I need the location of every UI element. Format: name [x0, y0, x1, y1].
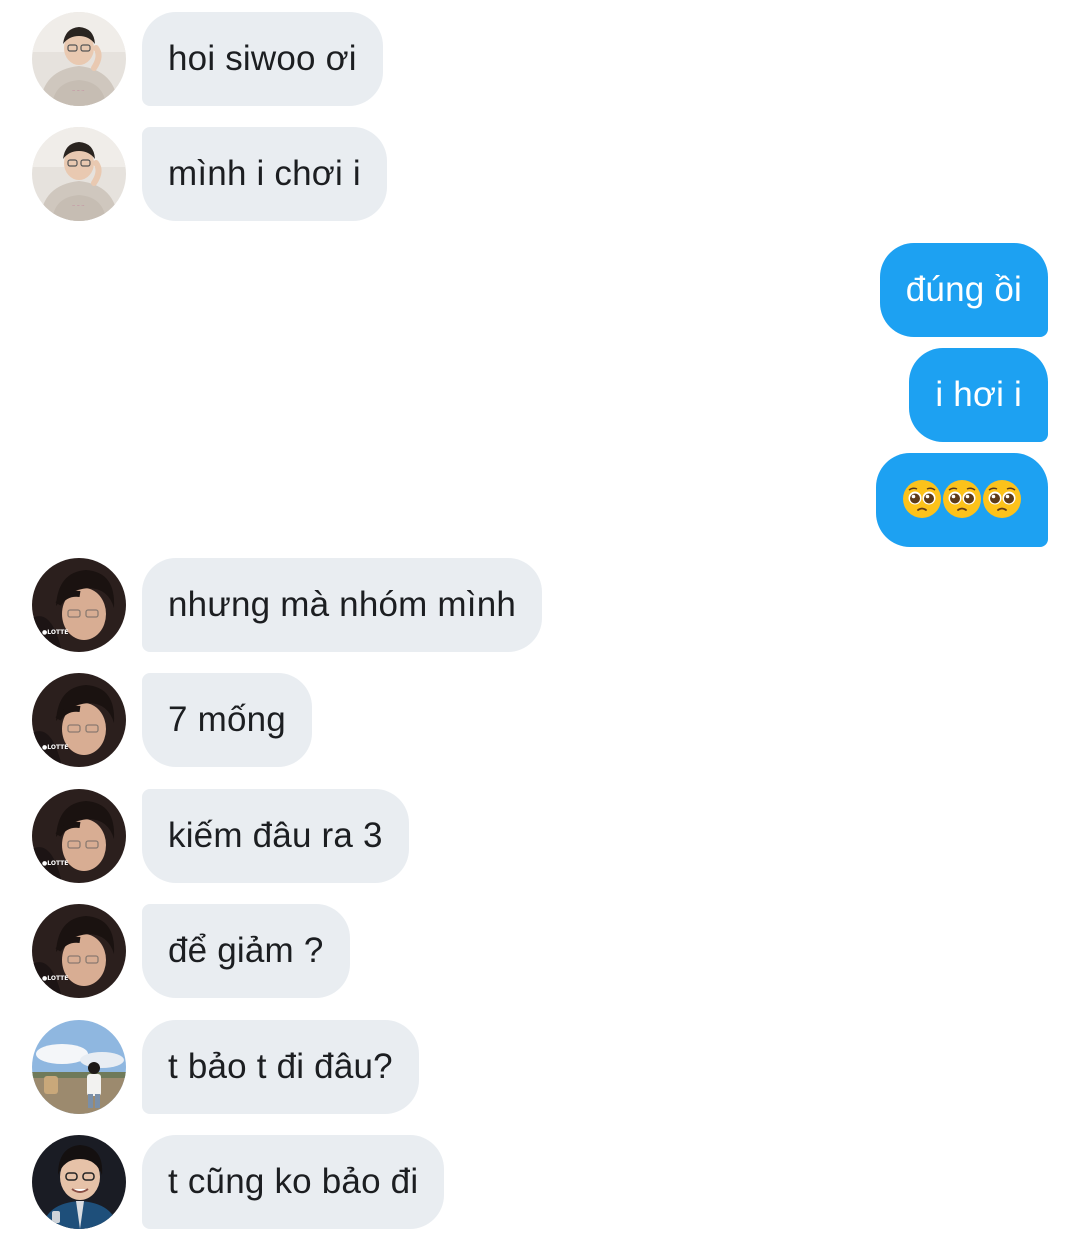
message-row [0, 453, 1080, 549]
message-thread: ~ ~ ~ hoi siwoo ơi ~ ~ ~ mình i chơi i đ… [0, 0, 1080, 1235]
message-row: t cũng ko bảo đi [0, 1135, 1080, 1231]
message-row: ~ ~ ~ mình i chơi i [0, 127, 1080, 223]
message-row: ~ ~ ~ hoi siwoo ơi [0, 12, 1080, 108]
svg-text:●LOTTE: ●LOTTE [42, 744, 68, 751]
avatar-friend-b[interactable]: ●LOTTE [32, 789, 126, 883]
incoming-message-bubble[interactable]: hoi siwoo ơi [142, 12, 383, 106]
svg-text:●LOTTE: ●LOTTE [42, 629, 68, 636]
svg-text:~ ~ ~: ~ ~ ~ [72, 88, 85, 93]
outgoing-message-bubble[interactable]: đúng ồi [879, 243, 1048, 337]
incoming-message-bubble[interactable]: nhưng mà nhóm mình [142, 558, 543, 652]
svg-text:~ ~ ~: ~ ~ ~ [72, 203, 85, 208]
message-row: i hơi i [0, 348, 1080, 444]
message-row: ●LOTTE để giảm ? [0, 904, 1080, 1000]
avatar-friend-a[interactable]: ~ ~ ~ [32, 127, 126, 221]
incoming-message-bubble[interactable]: 7 mống [142, 673, 312, 767]
message-row: đúng ồi [0, 243, 1080, 339]
pleading-face-emoji-icon [903, 480, 941, 519]
avatar-friend-a[interactable]: ~ ~ ~ [32, 12, 126, 106]
message-row: ●LOTTE kiếm đâu ra 3 [0, 789, 1080, 885]
incoming-message-bubble[interactable]: để giảm ? [142, 904, 350, 998]
avatar-friend-d[interactable] [32, 1135, 126, 1229]
incoming-message-bubble[interactable]: mình i chơi i [142, 127, 387, 221]
message-row: ●LOTTE nhưng mà nhóm mình [0, 558, 1080, 654]
incoming-message-bubble[interactable]: t cũng ko bảo đi [142, 1135, 445, 1229]
incoming-message-bubble[interactable]: t bảo t đi đâu? [142, 1020, 419, 1114]
avatar-friend-b[interactable]: ●LOTTE [32, 558, 126, 652]
outgoing-message-bubble[interactable]: i hơi i [909, 348, 1048, 442]
avatar-friend-b[interactable]: ●LOTTE [32, 904, 126, 998]
svg-text:●LOTTE: ●LOTTE [42, 860, 68, 867]
incoming-message-bubble[interactable]: kiếm đâu ra 3 [142, 789, 409, 883]
message-row: t bảo t đi đâu? [0, 1020, 1080, 1116]
svg-text:●LOTTE: ●LOTTE [42, 975, 68, 982]
pleading-face-emoji-icon [943, 480, 981, 519]
pleading-face-emoji-icon [983, 480, 1021, 519]
avatar-friend-b[interactable]: ●LOTTE [32, 673, 126, 767]
message-row: ●LOTTE 7 mống [0, 673, 1080, 769]
outgoing-emoji-bubble[interactable] [876, 453, 1048, 547]
avatar-friend-c[interactable] [32, 1020, 126, 1114]
